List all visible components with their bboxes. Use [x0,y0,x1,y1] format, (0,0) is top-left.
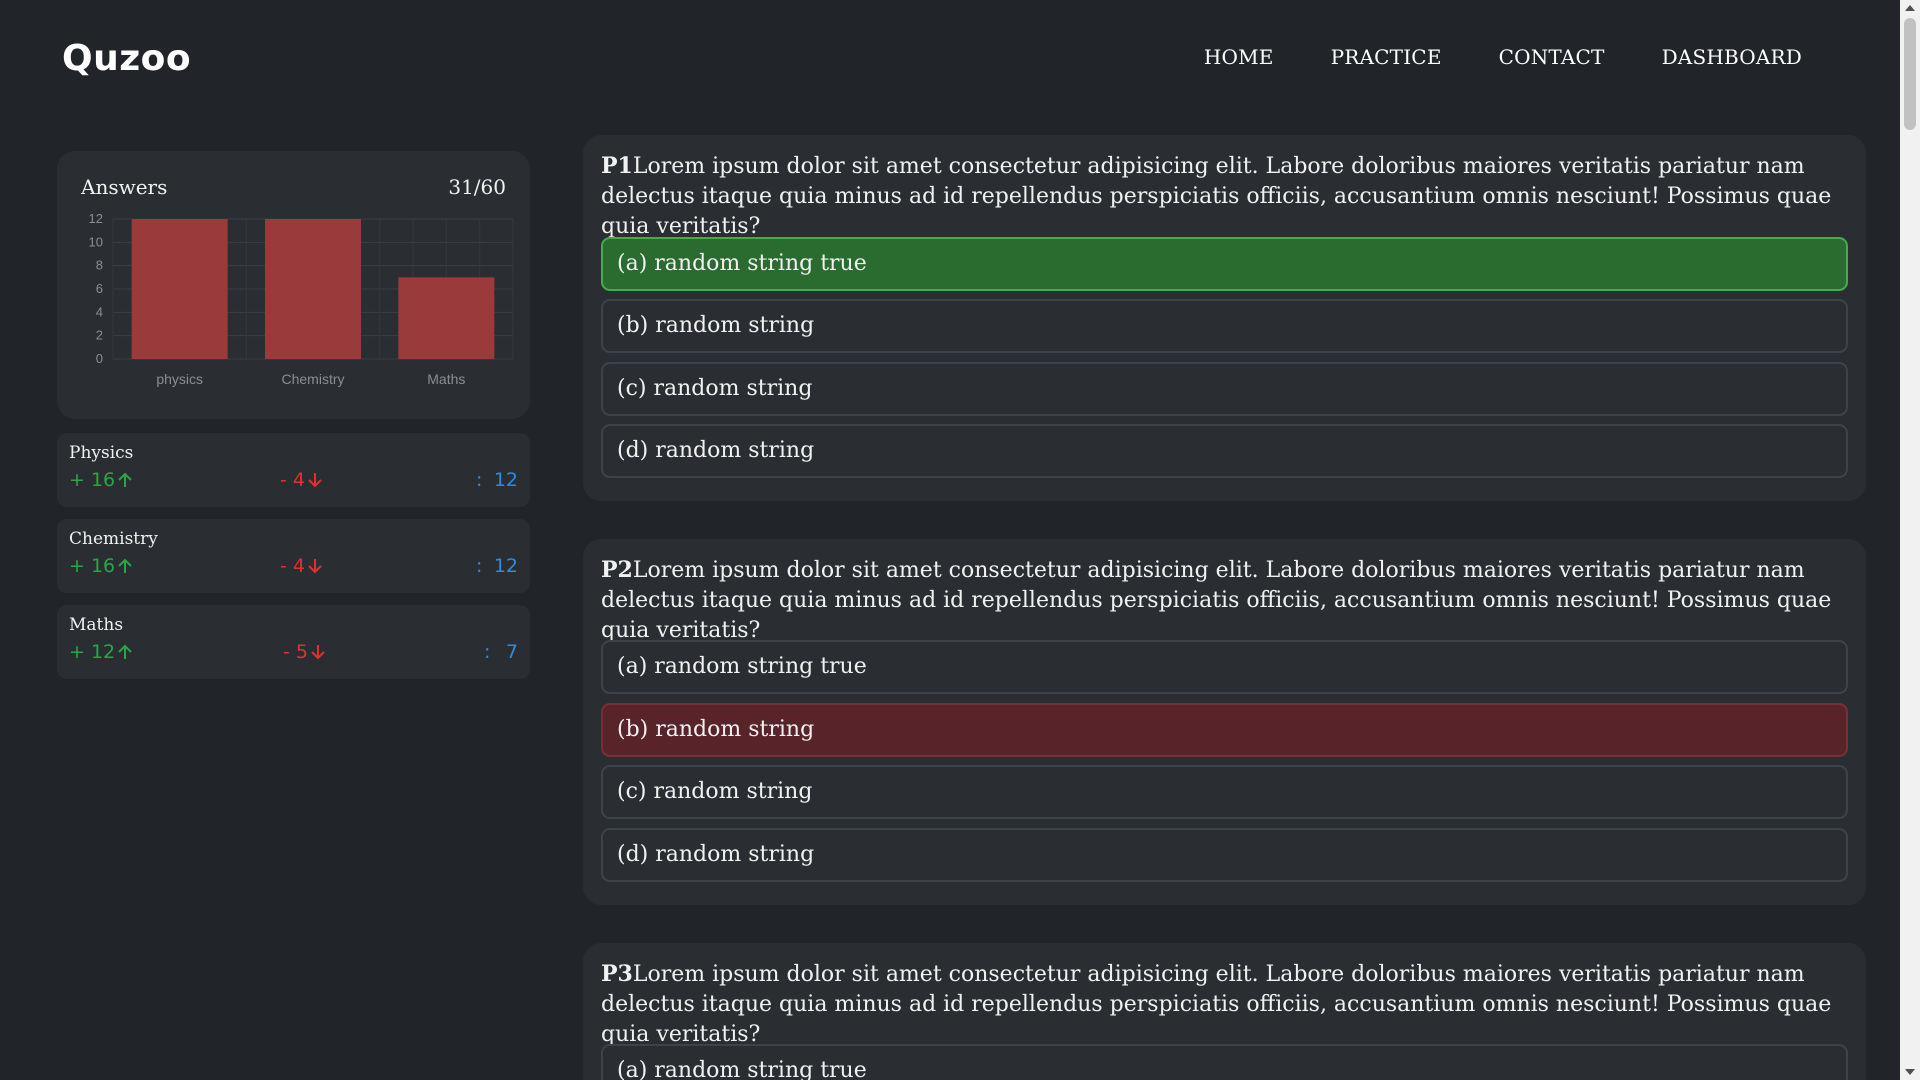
option-a[interactable]: (a) random string true [601,1044,1848,1080]
option-c[interactable]: (c) random string [601,765,1848,819]
arrow-up-icon [118,472,132,487]
x-tick-label: Maths [427,371,465,387]
x-tick-label: physics [156,371,203,387]
arrow-down-icon [311,645,325,660]
stat-wrong-value: - 5 [283,641,308,663]
stat-card-maths: Maths + 12 - 5 : 7 [57,605,530,679]
scroll-down-arrow-icon[interactable] [1905,1069,1915,1075]
question-body: Lorem ipsum dolor sit amet consectetur a… [601,154,1832,239]
question-label: P3 [601,961,633,987]
stat-total: 12 [493,469,518,491]
arrow-down-icon [308,559,322,574]
stat-subject-name: Maths [69,615,124,635]
nav-home[interactable]: HOME [1204,45,1274,69]
main-nav: HOME PRACTICE CONTACT DASHBOARD [1204,45,1802,69]
answers-bar-chart: 0 2 4 6 8 10 12 physics Chemistry Maths [89,211,514,387]
nav-dashboard[interactable]: DASHBOARD [1662,45,1802,69]
y-tick-label: 10 [89,234,103,249]
option-a[interactable]: (a) random string true [601,237,1848,291]
option-d[interactable]: (d) random string [601,828,1848,882]
question-card-p1: P1Lorem ipsum dolor sit amet consectetur… [583,135,1866,501]
stat-wrong-value: - 4 [280,469,305,491]
option-c[interactable]: (c) random string [601,362,1848,416]
scroll-thumb[interactable] [1904,18,1916,130]
stat-wrong-value: - 4 [280,555,305,577]
stat-wrong: - 4 [280,555,323,577]
arrow-up-icon [118,558,132,573]
stat-correct-value: + 16 [69,469,116,491]
stat-correct-value: + 16 [69,555,116,577]
bar-maths [398,277,495,359]
stat-total: 12 [493,555,518,577]
nav-practice[interactable]: PRACTICE [1331,45,1442,69]
question-body: Lorem ipsum dolor sit amet consectetur a… [601,558,1832,643]
option-b[interactable]: (b) random string [601,299,1848,353]
question-card-p3: P3Lorem ipsum dolor sit amet consectetur… [583,943,1866,1080]
logo[interactable]: Quzoo [62,38,191,79]
bar-chemistry [265,219,361,359]
y-tick-label: 12 [89,211,103,226]
stat-wrong: - 5 [283,641,326,663]
question-text: P3Lorem ipsum dolor sit amet consectetur… [601,959,1851,1050]
stat-subject-name: Physics [69,443,134,463]
y-tick-label: 0 [96,351,103,366]
scroll-up-arrow-icon[interactable] [1905,5,1915,11]
y-tick-label: 6 [96,281,103,296]
stat-subject-name: Chemistry [69,529,158,549]
stat-colon: : [484,641,491,663]
stat-correct: + 16 [69,555,133,577]
stat-correct: + 12 [69,641,133,663]
option-a[interactable]: (a) random string true [601,640,1848,694]
arrow-up-icon [118,644,132,659]
stat-card-physics: Physics + 16 - 4 : 12 [57,433,530,507]
stat-colon: : [476,555,483,577]
stat-card-chemistry: Chemistry + 16 - 4 : 12 [57,519,530,593]
x-tick-label: Chemistry [281,371,344,387]
bar-physics [131,219,228,359]
question-label: P2 [601,557,633,583]
stat-correct-value: + 12 [69,641,116,663]
stat-correct: + 16 [69,469,133,491]
stat-total: 7 [505,641,518,663]
question-body: Lorem ipsum dolor sit amet consectetur a… [601,962,1832,1047]
answers-chart-card: Answers 31/60 0 2 4 6 8 10 12 physics Chemistry M… [57,151,530,419]
y-tick-label: 4 [96,304,103,319]
arrow-down-icon [308,473,322,488]
y-tick-label: 8 [96,258,103,273]
nav-contact[interactable]: CONTACT [1499,45,1605,69]
stat-colon: : [476,469,483,491]
option-b[interactable]: (b) random string [601,703,1848,757]
question-text: P2Lorem ipsum dolor sit amet consectetur… [601,555,1851,646]
y-tick-label: 2 [96,328,103,343]
question-text: P1Lorem ipsum dolor sit amet consectetur… [601,151,1851,242]
scrollbar[interactable] [1900,0,1920,1080]
stat-wrong: - 4 [280,469,323,491]
option-d[interactable]: (d) random string [601,424,1848,478]
question-label: P1 [601,153,633,179]
question-card-p2: P2Lorem ipsum dolor sit amet consectetur… [583,539,1866,905]
